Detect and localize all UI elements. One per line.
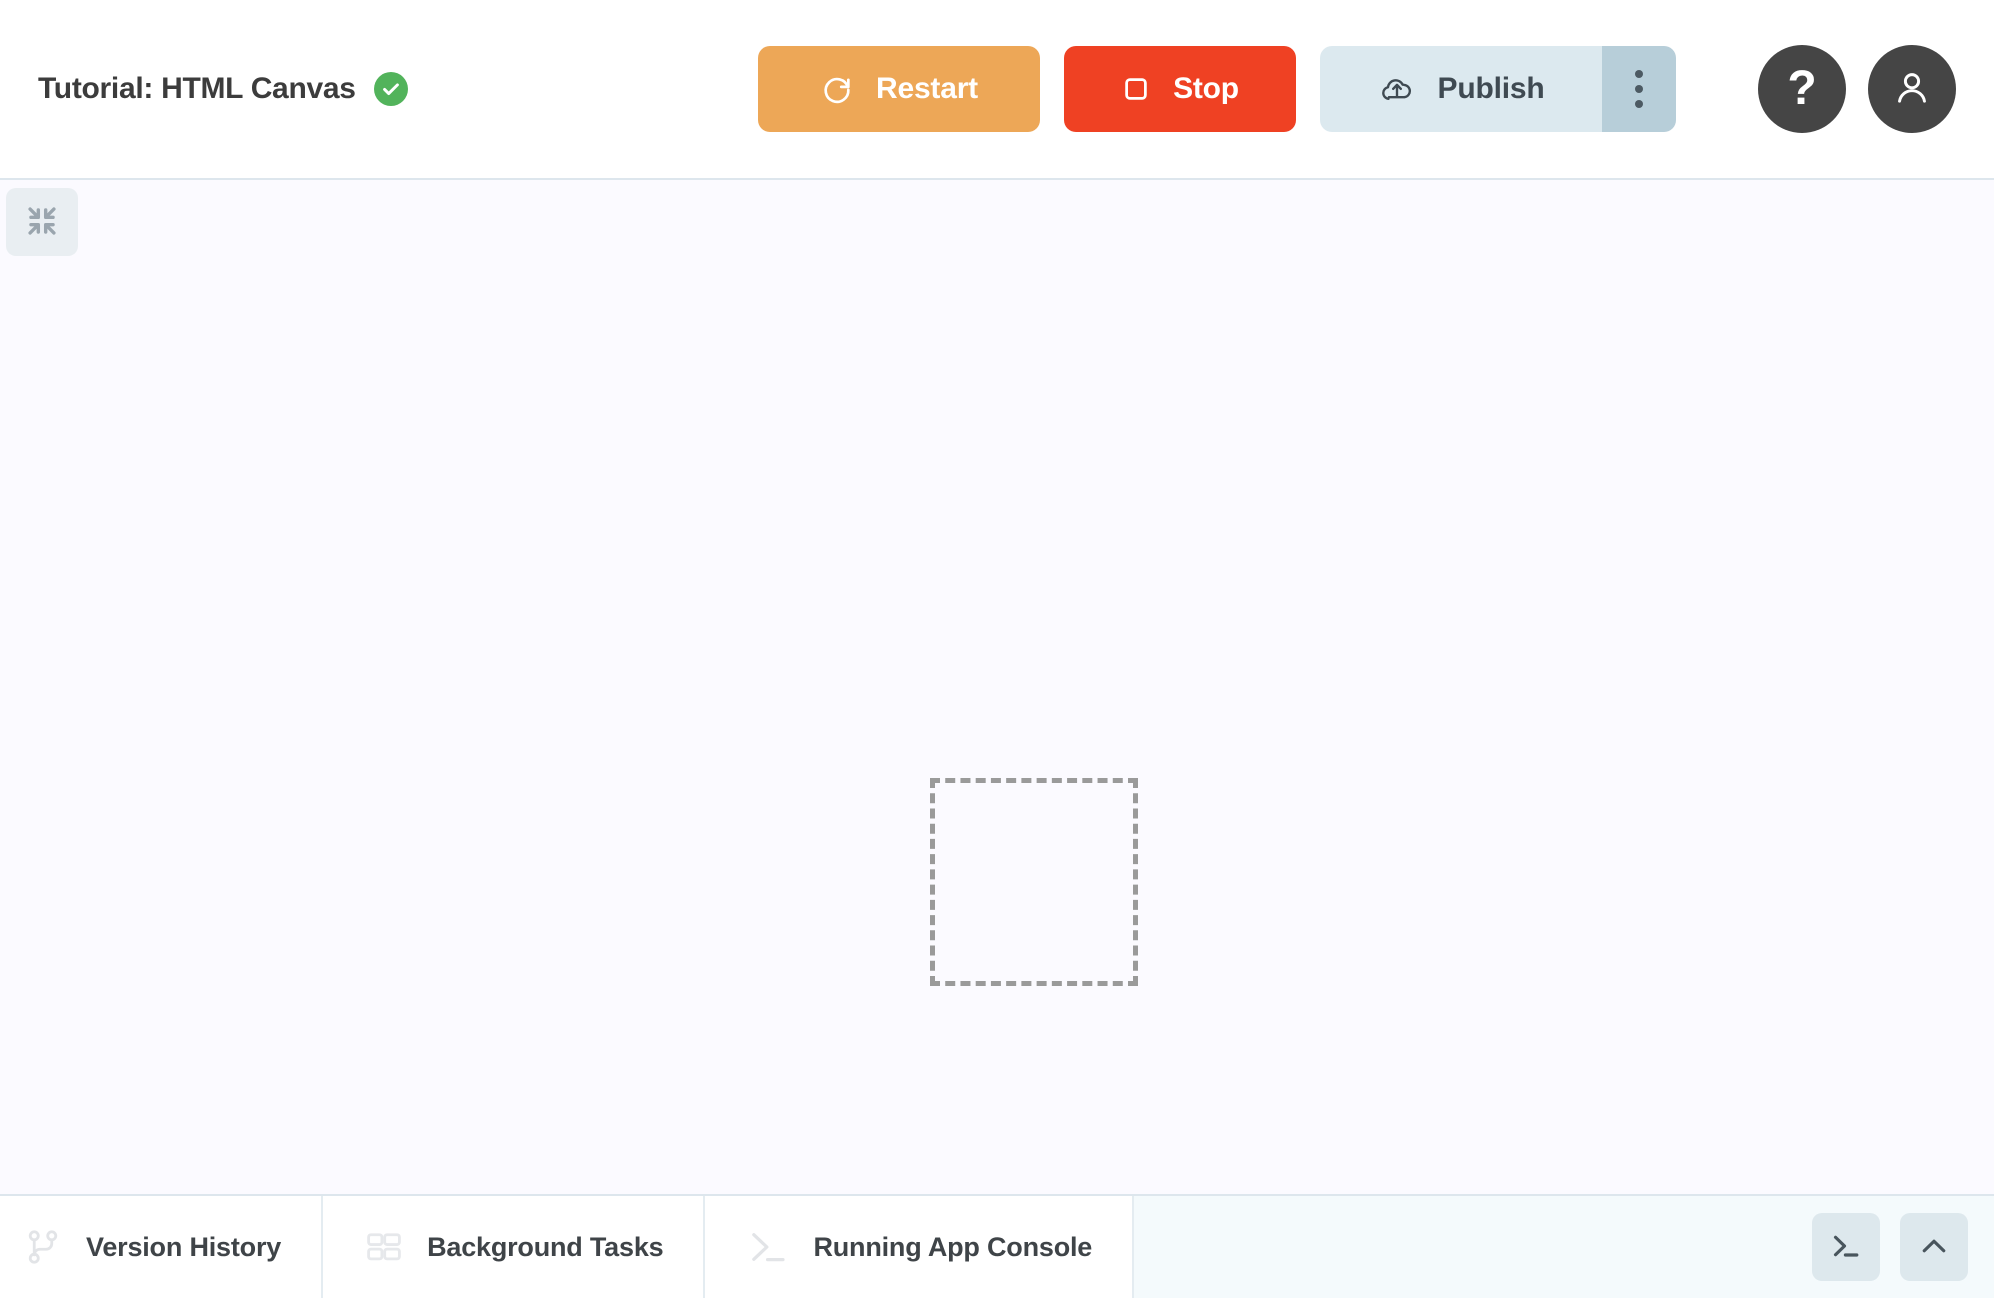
publish-button[interactable]: Publish bbox=[1320, 46, 1602, 132]
expand-panel-button[interactable] bbox=[1900, 1213, 1968, 1281]
tab-version-history-label: Version History bbox=[86, 1231, 282, 1262]
app-root: Tutorial: HTML Canvas Restart Stop Publi… bbox=[0, 0, 1994, 1298]
terminal-prompt-icon bbox=[745, 1224, 791, 1270]
more-vertical-icon bbox=[1635, 70, 1643, 108]
publish-button-label: Publish bbox=[1437, 72, 1545, 105]
bottom-tab-bar: Version History Background Tasks Running… bbox=[0, 1194, 1994, 1298]
publish-button-group: Publish bbox=[1320, 46, 1676, 132]
collapse-inward-arrows-icon bbox=[25, 204, 59, 241]
title-zone: Tutorial: HTML Canvas bbox=[38, 72, 758, 106]
stop-square-icon bbox=[1121, 74, 1151, 104]
tab-running-app-console-label: Running App Console bbox=[813, 1231, 1093, 1262]
check-circle-icon bbox=[373, 72, 408, 106]
bottom-right-controls bbox=[1812, 1196, 1994, 1298]
header-actions: Restart Stop Publish ? bbox=[758, 45, 1970, 133]
terminal-prompt-icon bbox=[1828, 1228, 1864, 1267]
panels-layout-icon bbox=[363, 1226, 405, 1268]
account-button[interactable] bbox=[1868, 45, 1956, 133]
tab-running-app-console[interactable]: Running App Console bbox=[705, 1196, 1135, 1298]
bottom-bar-spacer bbox=[1134, 1196, 1812, 1298]
top-header: Tutorial: HTML Canvas Restart Stop Publi… bbox=[0, 0, 1994, 180]
restart-button-label: Restart bbox=[876, 72, 978, 105]
restart-rotate-icon bbox=[820, 72, 854, 106]
publish-more-menu-button[interactable] bbox=[1602, 46, 1676, 132]
window-top-strip bbox=[0, 0, 1994, 6]
app-preview-canvas[interactable] bbox=[0, 180, 1994, 1194]
header-right-controls: ? bbox=[1758, 45, 1970, 133]
help-button[interactable]: ? bbox=[1758, 45, 1846, 133]
tab-background-tasks-label: Background Tasks bbox=[427, 1231, 664, 1262]
restart-button[interactable]: Restart bbox=[758, 46, 1040, 132]
empty-canvas-placeholder bbox=[930, 778, 1138, 986]
collapse-panel-button[interactable] bbox=[6, 188, 78, 256]
page-title: Tutorial: HTML Canvas bbox=[38, 72, 356, 105]
user-avatar-icon bbox=[1890, 66, 1934, 113]
git-branch-icon bbox=[22, 1226, 64, 1268]
open-terminal-button[interactable] bbox=[1812, 1213, 1880, 1281]
tab-background-tasks[interactable]: Background Tasks bbox=[323, 1196, 706, 1298]
tab-version-history[interactable]: Version History bbox=[0, 1196, 324, 1298]
help-question-icon: ? bbox=[1787, 62, 1817, 115]
chevron-up-icon bbox=[1916, 1228, 1952, 1267]
stop-button-label: Stop bbox=[1173, 72, 1239, 105]
stop-button[interactable]: Stop bbox=[1064, 46, 1296, 132]
cloud-upload-icon bbox=[1378, 70, 1416, 108]
